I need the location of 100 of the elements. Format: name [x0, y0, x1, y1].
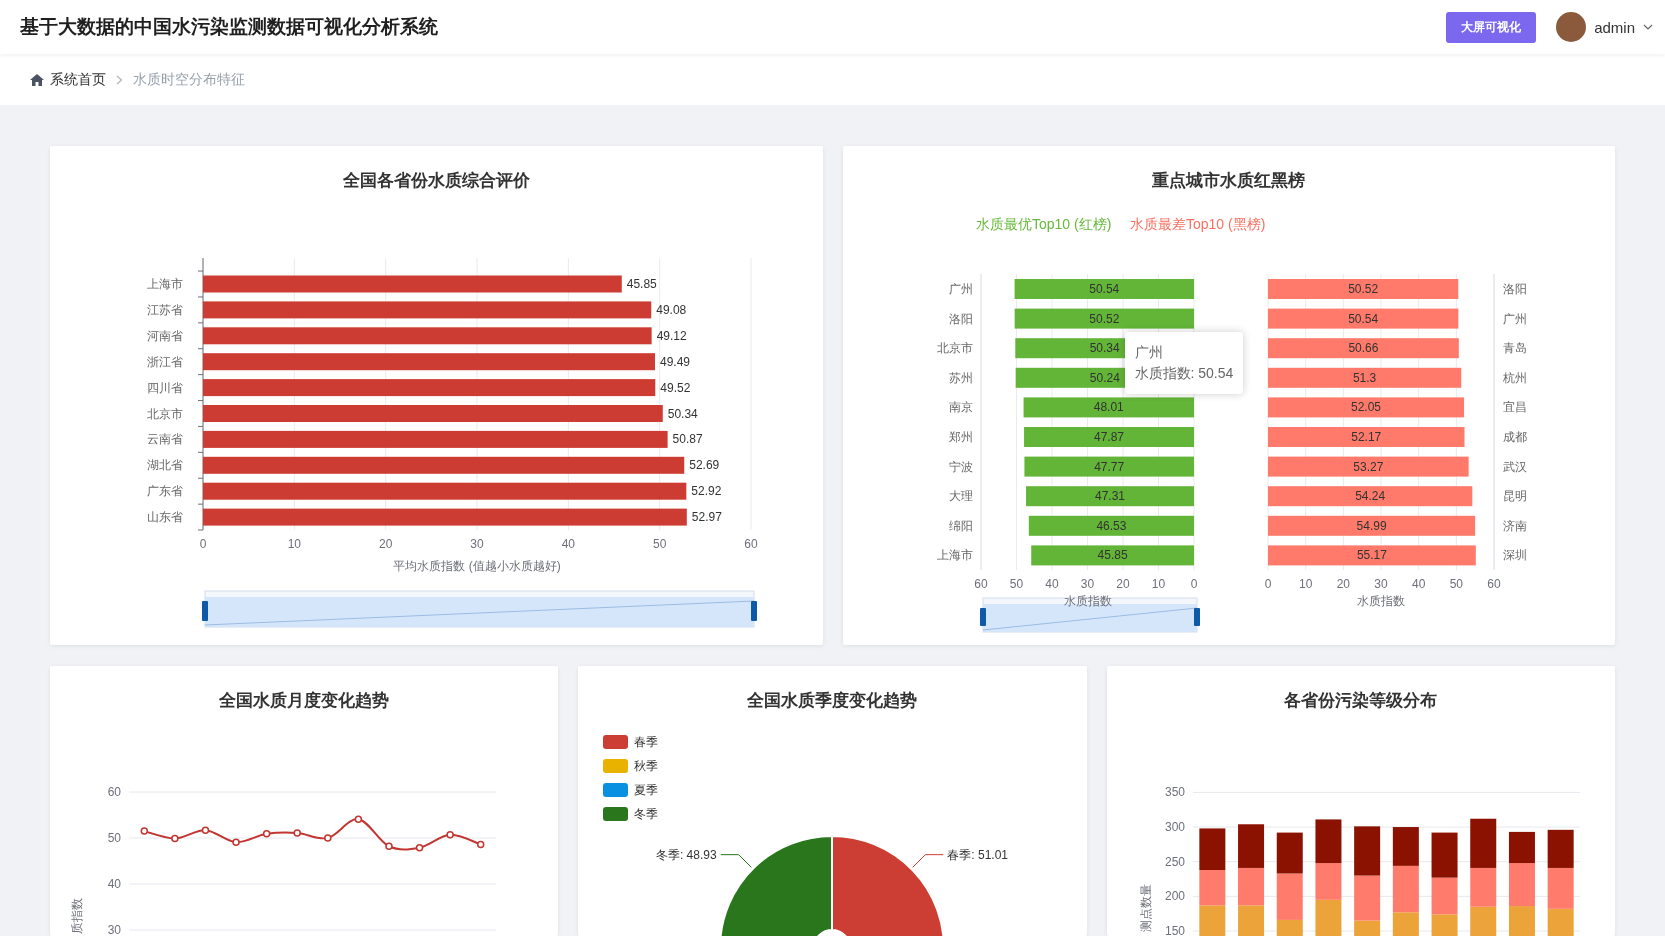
axis-tick-label: 60 [1486, 577, 1501, 591]
value-label: 52.05 [1350, 400, 1381, 415]
axis-tick-label: 30 [470, 537, 484, 551]
axis-tick-label: 150 [1164, 924, 1185, 936]
value-label: 49.52 [660, 380, 691, 395]
tooltip-text: 水质指数: 50.54 [1134, 364, 1234, 383]
bar [1547, 829, 1574, 868]
bar [1315, 863, 1342, 900]
axis-label: 宜昌 [1502, 400, 1527, 415]
slider-handle[interactable] [1193, 608, 1200, 626]
axis-tick-label: 10 [1151, 577, 1165, 591]
bar [1199, 870, 1225, 906]
axis-label: 宁波 [948, 459, 973, 474]
axis-title: 测点数量 [1138, 884, 1153, 932]
data-point [415, 843, 424, 852]
bar [1276, 832, 1303, 874]
breadcrumb-link[interactable]: 系统首页 [30, 70, 106, 89]
axis-label: 云南省 [147, 432, 183, 447]
caret-icon [1643, 24, 1653, 30]
data-point [171, 834, 179, 843]
legend-label: 水质最优Top10 (红榜) [975, 216, 1111, 232]
value-label: 52.17 [1350, 430, 1381, 444]
value-label: 49.49 [660, 354, 691, 369]
bar [1469, 818, 1496, 868]
axis-label: 四川省 [147, 380, 183, 395]
axis-title: 平均水质指数 (值越小水质越好) [393, 559, 561, 573]
value-label: 45.85 [626, 277, 657, 291]
bar [1469, 867, 1496, 907]
axis-label: 深圳 [1502, 548, 1527, 563]
value-label: 50.34 [1089, 341, 1120, 356]
value-label: 49.12 [656, 328, 687, 343]
value-label: 50.24 [1089, 370, 1120, 385]
tooltip-title: 广州 [1134, 343, 1164, 362]
bar [1508, 831, 1535, 864]
axis-tick-label: 300 [1164, 820, 1185, 835]
card-title: 全国水质月度变化趋势 [218, 689, 391, 712]
axis-tick-label: 10 [287, 537, 301, 551]
axis-label: 上海市 [936, 548, 973, 563]
data-point [385, 842, 393, 851]
axis-tick-label: 50 [107, 831, 121, 845]
legend-label: 春季 [634, 735, 659, 749]
value-label: 52.97 [691, 510, 722, 525]
range-slider[interactable] [979, 597, 1200, 633]
axis-tick-label: 30 [1373, 577, 1388, 591]
leader-line [720, 854, 753, 868]
value-label: 50.52 [1088, 311, 1119, 326]
axis-label: 广东省 [147, 484, 183, 499]
value-label: 50.87 [672, 432, 703, 447]
axis-label: 山东省 [147, 510, 183, 525]
bar [1315, 899, 1342, 936]
value-label: 54.24 [1354, 489, 1385, 504]
breadcrumb-current: 水质时空分布特征 [133, 70, 245, 89]
value-label: 50.54 [1088, 282, 1119, 296]
slider-handle[interactable] [979, 608, 986, 626]
axis-label: 郑州 [948, 430, 973, 444]
data-point [140, 827, 149, 835]
axis-tick-label: 40 [561, 537, 575, 551]
dashboard-button[interactable]: 大屏可视化 [1446, 11, 1537, 43]
axis-label: 江苏省 [147, 302, 183, 317]
slider-handle[interactable] [751, 601, 757, 621]
home-icon [30, 73, 44, 86]
axis-label: 湖北省 [147, 458, 183, 473]
value-label: 48.01 [1093, 400, 1124, 415]
legend-label: 水质最差Top10 (黑榜) [1129, 216, 1265, 232]
card-title: 全国各省份水质综合评价 [341, 169, 531, 192]
data-point [324, 834, 332, 842]
axis-tick-label: 0 [1190, 577, 1197, 591]
bar [1199, 828, 1225, 870]
bar [1431, 832, 1458, 878]
card-title: 重点城市水质红黑榜 [1151, 169, 1307, 192]
axis-label: 北京市 [147, 406, 183, 421]
axis-title: 水质指数 [1356, 594, 1405, 608]
axis-tick-label: 30 [1080, 577, 1094, 591]
legend-label: 秋季 [634, 759, 659, 773]
axis-label: 浙江省 [147, 354, 183, 369]
value-label: 53.27 [1352, 459, 1383, 474]
bar [1353, 826, 1380, 876]
data-point [476, 840, 485, 849]
axis-tick-label: 50 [653, 537, 667, 551]
axis-label: 广州 [1502, 311, 1527, 326]
slider-handle[interactable] [202, 601, 208, 621]
axis-tick-label: 60 [107, 785, 121, 799]
axis-label: 大理 [948, 489, 973, 504]
card-title: 各省份污染等级分布 [1283, 689, 1439, 712]
range-slider[interactable] [202, 590, 757, 628]
axis-tick-label: 250 [1164, 854, 1185, 869]
axis-label: 上海市 [147, 277, 183, 291]
axis-label: 武汉 [1502, 459, 1527, 474]
value-label: 52.69 [689, 458, 720, 473]
value-label: 54.99 [1356, 518, 1387, 533]
slider-selection[interactable] [205, 597, 754, 627]
axis-tick-label: 20 [1336, 577, 1350, 591]
value-label: 55.17 [1356, 548, 1387, 563]
bar [1392, 827, 1419, 866]
data-point [293, 829, 301, 837]
axis-tick-label: 0 [1264, 577, 1271, 591]
axis-tick-label: 200 [1164, 889, 1185, 904]
value-label: 51.3 [1352, 370, 1376, 385]
bar [1237, 824, 1264, 868]
user-menu[interactable]: admin [1556, 12, 1653, 42]
